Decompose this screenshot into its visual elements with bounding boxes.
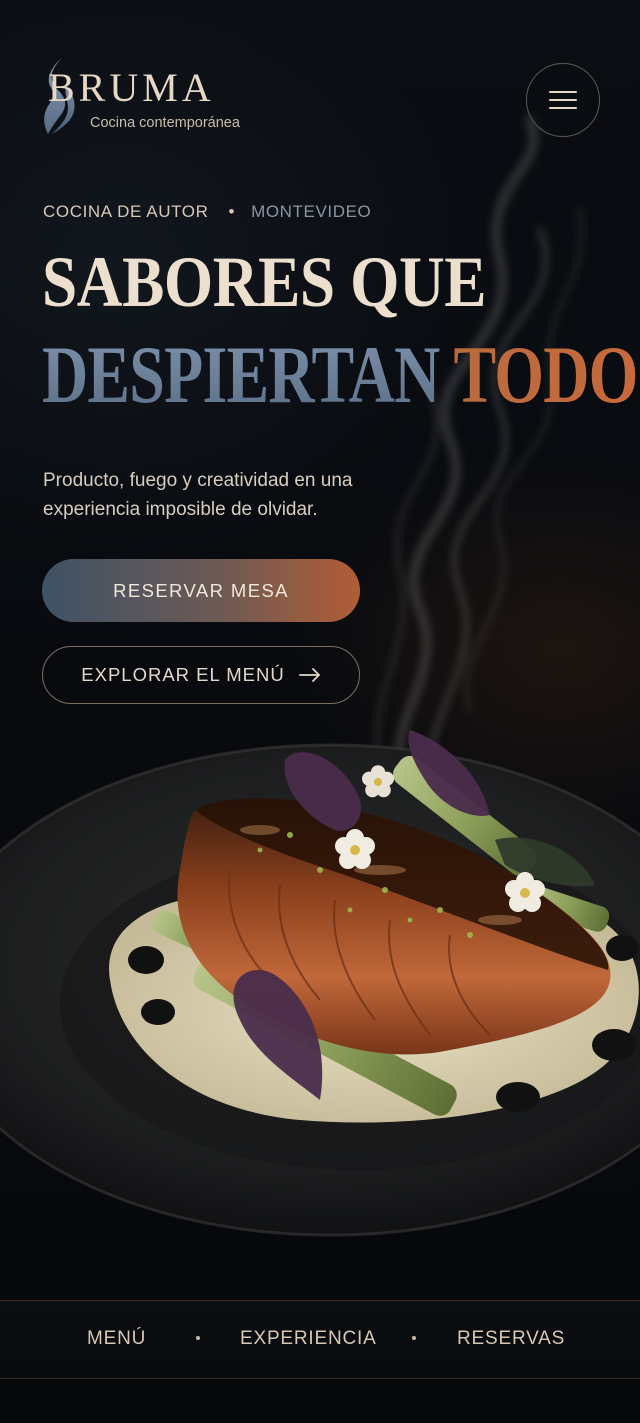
headline-line-2: DESPIERTAN TODO. (42, 334, 640, 416)
menu-button[interactable] (526, 63, 600, 137)
reserve-table-button[interactable]: RESERVAR MESA (42, 559, 360, 622)
brand-name: BRUMA (48, 65, 215, 110)
eyebrow-city: MONTEVIDEO (251, 202, 372, 221)
hero-subtitle: Producto, fuego y creatividad en una exp… (43, 470, 353, 520)
nav-item-menu[interactable]: MENÚ (87, 1329, 146, 1348)
page: BRUMA Cocina contemporánea COCINA DE AUT… (0, 0, 640, 1423)
smoke-decoration (374, 115, 584, 805)
nav-separator-dot (412, 1336, 416, 1340)
arrow-right-icon (298, 668, 320, 682)
bottom-nav: MENÚ EXPERIENCIA RESERVAS (0, 1300, 640, 1379)
eyebrow-separator: • (228, 202, 236, 221)
headline-line-1: SABORES QUE (42, 242, 487, 322)
explore-menu-label: EXPLORAR EL MENÚ (81, 664, 285, 685)
nav-item-experiencia[interactable]: EXPERIENCIA (240, 1329, 377, 1348)
nav-separator-dot (196, 1336, 200, 1340)
explore-menu-button[interactable]: EXPLORAR EL MENÚ (42, 646, 360, 704)
headline-word-todo: TODO. (454, 329, 640, 420)
hamburger-icon (549, 91, 577, 109)
brand-tagline: Cocina contemporánea (90, 115, 240, 131)
salmon-dish-image (0, 730, 640, 1237)
headline-word-despiertan: DESPIERTAN (42, 329, 440, 420)
reserve-table-label: RESERVAR MESA (113, 579, 289, 601)
eyebrow-category: COCINA DE AUTOR (43, 202, 209, 221)
nav-item-reservas[interactable]: RESERVAS (457, 1329, 565, 1348)
hero-eyebrow: COCINA DE AUTOR • MONTEVIDEO (43, 203, 371, 220)
hero-headline: SABORES QUE DESPIERTAN TODO. (42, 246, 640, 416)
